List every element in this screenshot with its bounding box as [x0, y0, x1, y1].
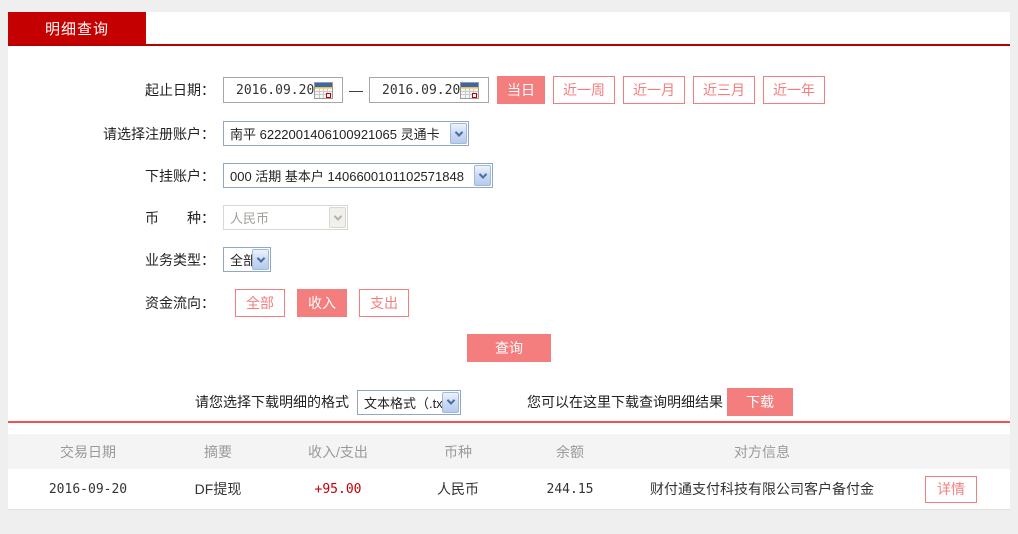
table-header-balance: 余额: [556, 443, 584, 460]
detail-button[interactable]: 详情: [925, 475, 977, 503]
query-button-row: 查询: [8, 334, 1010, 362]
table-divider: [8, 421, 1010, 423]
date-range-row: 起止日期： —: [8, 76, 1010, 104]
tab-detail-query[interactable]: 明细查询: [8, 12, 146, 44]
fund-flow-all-button[interactable]: 全部: [235, 289, 285, 317]
cell-currency: 人民币: [437, 481, 479, 497]
table-header-currency: 币种: [444, 443, 472, 460]
cell-action: 详情: [892, 475, 1010, 503]
cell-transaction-date: 2016-09-20: [48, 481, 128, 497]
tab-label: 明细查询: [44, 20, 109, 38]
business-type-row: 业务类型： 全部: [8, 247, 1010, 272]
download-hint: 您可以在这里下载查询明细结果: [527, 394, 723, 410]
start-date-input[interactable]: [224, 82, 314, 98]
sub-account-row: 下挂账户： 000 活期 基本户 1406600101102571848: [8, 163, 1010, 188]
table-header-summary: 摘要: [204, 443, 232, 460]
quick-range-quarter-button[interactable]: 近三月: [693, 76, 755, 104]
download-format-value: 文本格式（.txt）: [364, 395, 442, 411]
register-account-label: 请选择注册账户：: [103, 125, 215, 142]
table-header-amount: 收入/支出: [308, 443, 368, 460]
download-button[interactable]: 下载: [727, 388, 793, 416]
currency-row: 币 种： 人民币: [8, 205, 1010, 230]
cell-counterparty: 财付通支付科技有限公司客户备付金: [650, 481, 874, 497]
query-button[interactable]: 查询: [467, 334, 551, 362]
register-account-select[interactable]: 南平 6222001406100921065 灵通卡: [223, 121, 469, 146]
quick-range-year-button[interactable]: 近一年: [763, 76, 825, 104]
chevron-down-icon: [329, 207, 346, 228]
cell-balance: 244.15: [546, 481, 594, 497]
download-row: 请您选择下载明细的格式 文本格式（.txt） 您可以在这里下载查询明细结果 下载: [195, 388, 1010, 416]
download-format-select[interactable]: 文本格式（.txt）: [357, 389, 461, 415]
currency-label: 币 种：: [145, 209, 215, 226]
table-header-date: 交易日期: [60, 443, 116, 460]
end-date-input[interactable]: [370, 82, 460, 98]
fund-flow-row: 资金流向： 全部 收入 支出: [8, 289, 1010, 317]
business-type-select[interactable]: 全部: [223, 247, 271, 272]
tab-bar: 明细查询: [8, 12, 1010, 44]
fund-flow-label: 资金流向：: [145, 295, 215, 311]
quick-range-week-button[interactable]: 近一周: [553, 76, 615, 104]
start-date-box: [223, 77, 343, 103]
date-range-label: 起止日期：: [145, 82, 215, 98]
date-separator: —: [349, 82, 363, 98]
chevron-down-icon: [442, 391, 459, 413]
calendar-icon[interactable]: [460, 81, 479, 99]
quick-range-today-button[interactable]: 当日: [497, 76, 545, 104]
chevron-down-icon: [474, 165, 491, 186]
download-format-label: 请您选择下载明细的格式: [195, 394, 349, 410]
business-type-value: 全部: [230, 253, 252, 268]
sub-account-label: 下挂账户：: [145, 167, 215, 184]
cell-amount: +95.00: [314, 481, 362, 497]
quick-range-month-button[interactable]: 近一月: [623, 76, 685, 104]
end-date-box: [369, 77, 489, 103]
query-form-panel: 起止日期： —: [8, 46, 1010, 510]
fund-flow-income-button[interactable]: 收入: [297, 289, 347, 317]
table-header-counterparty: 对方信息: [734, 443, 790, 460]
currency-select: 人民币: [223, 205, 348, 230]
sub-account-value: 000 活期 基本户 1406600101102571848: [230, 169, 464, 184]
table-header-row: 交易日期 摘要 收入/支出 币种 余额 对方信息: [8, 434, 1010, 469]
chevron-down-icon: [252, 249, 269, 270]
chevron-down-icon: [450, 123, 467, 144]
register-account-row: 请选择注册账户： 南平 6222001406100921065 灵通卡: [8, 121, 1010, 146]
business-type-label: 业务类型：: [145, 251, 215, 268]
cell-summary: DF提现: [194, 481, 242, 497]
table-row: 2016-09-20 DF提现 +95.00 人民币 244.15 财付通支付科…: [8, 469, 1010, 510]
currency-value: 人民币: [230, 211, 270, 226]
sub-account-select[interactable]: 000 活期 基本户 1406600101102571848: [223, 163, 493, 188]
register-account-value: 南平 6222001406100921065 灵通卡: [230, 127, 440, 142]
fund-flow-expense-button[interactable]: 支出: [359, 289, 409, 317]
calendar-icon[interactable]: [314, 81, 333, 99]
